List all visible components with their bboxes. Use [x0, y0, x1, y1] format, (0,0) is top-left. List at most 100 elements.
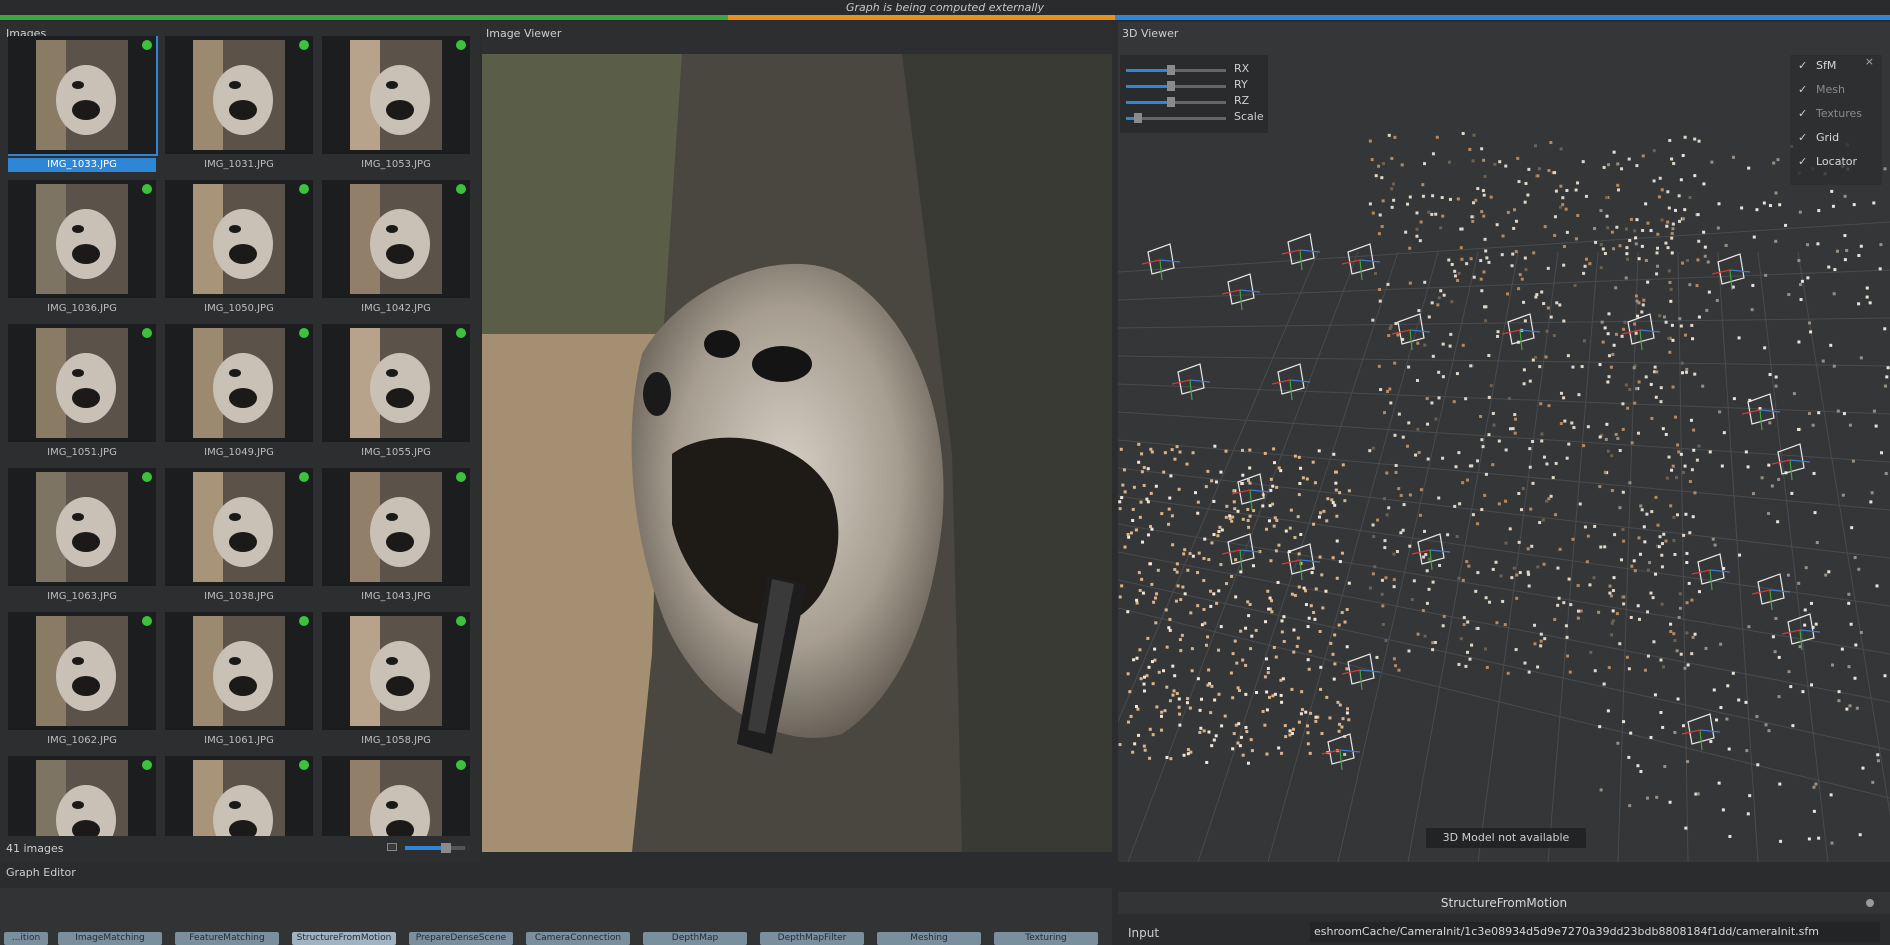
thumbnail-image — [350, 472, 442, 582]
thumbnail-filename: IMG_1031.JPG — [204, 159, 274, 170]
gizmo-slider-ry[interactable]: RY — [1126, 78, 1266, 94]
thumbnail-filename: IMG_1063.JPG — [47, 591, 117, 602]
thumbnail-frame — [8, 468, 156, 586]
gizmo-label: RZ — [1234, 94, 1250, 107]
thumbnail-frame — [8, 36, 158, 156]
graph-node[interactable]: CameraConnection — [526, 932, 630, 945]
image-thumbnail[interactable]: IMG_1033.JPG — [8, 36, 158, 176]
gizmo-track — [1126, 113, 1226, 123]
graph-node[interactable]: PrepareDenseScene — [409, 932, 513, 945]
image-thumbnail[interactable] — [322, 756, 470, 836]
thumbnail-filename: IMG_1062.JPG — [47, 735, 117, 746]
image-thumbnail[interactable]: IMG_1038.JPG — [165, 468, 313, 608]
image-thumbnail[interactable]: IMG_1036.JPG — [8, 180, 156, 320]
graph-node[interactable]: DepthMapFilter — [760, 932, 864, 945]
thumbnail-image — [350, 184, 442, 294]
thumbnail-frame — [165, 612, 313, 730]
thumbnail-filename: IMG_1058.JPG — [361, 735, 431, 746]
reconstructed-status-dot — [299, 328, 309, 338]
image-thumbnail[interactable]: IMG_1053.JPG — [322, 36, 470, 176]
viewer-photo[interactable] — [482, 54, 1112, 852]
image-gallery-grid[interactable]: IMG_1033.JPG IMG_1031.JPG IMG_1053.JPG IMG_… — [8, 36, 478, 836]
graph-node[interactable]: FeatureMatching — [175, 932, 279, 945]
thumbnail-image — [36, 760, 128, 836]
layer-toggle-sfm[interactable]: ✓ SfM — [1798, 59, 1882, 77]
graph-node[interactable]: ImageMatching — [58, 932, 162, 945]
graph-node[interactable]: Meshing — [877, 932, 981, 945]
thumbnail-frame — [322, 756, 470, 836]
thumbnail-image — [36, 40, 128, 150]
image-thumbnail[interactable]: IMG_1061.JPG — [165, 612, 313, 752]
thumbnail-filename: IMG_1061.JPG — [204, 735, 274, 746]
thumbnail-size-slider-fill — [405, 846, 446, 850]
3d-viewer-panel[interactable] — [1118, 22, 1890, 862]
image-thumbnail[interactable] — [165, 756, 313, 836]
thumbnail-frame — [322, 180, 470, 298]
graph-node[interactable]: DepthMap — [643, 932, 747, 945]
reconstructed-status-dot — [456, 184, 466, 194]
thumbnail-filename: IMG_1033.JPG — [8, 158, 156, 172]
gizmo-label: RY — [1234, 78, 1248, 91]
attribute-value-field[interactable]: eshroomCache/CameraInit/1c3e08934d5d9e72… — [1310, 922, 1880, 942]
thumbnail-frame — [165, 36, 313, 154]
thumbnail-size-icon — [387, 843, 397, 851]
image-viewer-panel: Image Viewer — [482, 22, 1112, 852]
gizmo-track — [1126, 81, 1226, 91]
checkbox-icon[interactable]: ✓ — [1798, 131, 1807, 144]
gizmo-handle[interactable] — [1134, 113, 1142, 123]
thumbnail-size-slider[interactable] — [405, 843, 465, 853]
node-menu-icon[interactable] — [1866, 899, 1874, 907]
layer-toggle-grid[interactable]: ✓ Grid — [1798, 131, 1882, 149]
gizmo-handle[interactable] — [1167, 65, 1175, 75]
thumbnail-size-slider-handle[interactable] — [441, 843, 452, 853]
thumbnail-frame — [165, 756, 313, 836]
image-thumbnail[interactable]: IMG_1043.JPG — [322, 468, 470, 608]
image-thumbnail[interactable]: IMG_1055.JPG — [322, 324, 470, 464]
image-thumbnail[interactable]: IMG_1049.JPG — [165, 324, 313, 464]
image-thumbnail[interactable] — [8, 756, 156, 836]
images-count: 41 images — [6, 842, 64, 855]
layer-toggle-mesh[interactable]: ✓ Mesh — [1798, 83, 1882, 101]
image-thumbnail[interactable]: IMG_1050.JPG — [165, 180, 313, 320]
thumbnail-image — [36, 472, 128, 582]
checkbox-icon[interactable]: ✓ — [1798, 155, 1807, 168]
graph-node[interactable]: StructureFromMotion — [292, 932, 396, 945]
graph-node[interactable]: Texturing — [994, 932, 1098, 945]
layer-toggle-textures[interactable]: ✓ Textures — [1798, 107, 1882, 125]
gizmo-fill — [1126, 101, 1171, 104]
image-thumbnail[interactable]: IMG_1063.JPG — [8, 468, 156, 608]
thumbnail-frame — [322, 612, 470, 730]
gizmo-track — [1126, 65, 1226, 75]
image-thumbnail[interactable]: IMG_1042.JPG — [322, 180, 470, 320]
checkbox-icon[interactable]: ✓ — [1798, 107, 1807, 120]
checkbox-icon[interactable]: ✓ — [1798, 83, 1807, 96]
reconstructed-status-dot — [142, 40, 152, 50]
gizmo-handle[interactable] — [1167, 81, 1175, 91]
3d-viewer-title: 3D Viewer — [1122, 27, 1179, 40]
image-thumbnail[interactable]: IMG_1062.JPG — [8, 612, 156, 752]
image-thumbnail[interactable]: IMG_1031.JPG — [165, 36, 313, 176]
thumbnail-frame — [322, 324, 470, 442]
gizmo-slider-rz[interactable]: RZ — [1126, 94, 1266, 110]
thumbnail-frame — [165, 468, 313, 586]
graph-node[interactable]: ...ition — [4, 932, 48, 945]
image-viewer-title: Image Viewer — [486, 27, 562, 40]
layer-toggle-locator[interactable]: ✓ Locator — [1798, 155, 1882, 173]
thumbnail-image — [36, 184, 128, 294]
checkbox-icon[interactable]: ✓ — [1798, 59, 1807, 72]
gizmo-slider-scale[interactable]: Scale — [1126, 110, 1266, 126]
gizmo-handle[interactable] — [1167, 97, 1175, 107]
layer-name: Grid — [1816, 131, 1840, 144]
reconstructed-status-dot — [142, 328, 152, 338]
sparse-point-cloud — [1118, 132, 1890, 845]
layer-name: Mesh — [1816, 83, 1845, 96]
image-thumbnail[interactable]: IMG_1051.JPG — [8, 324, 156, 464]
reconstructed-status-dot — [456, 40, 466, 50]
gizmo-slider-rx[interactable]: RX — [1126, 62, 1266, 78]
image-thumbnail[interactable]: IMG_1058.JPG — [322, 612, 470, 752]
tree-photo — [482, 54, 1112, 852]
thumbnail-filename: IMG_1051.JPG — [47, 447, 117, 458]
reconstructed-status-dot — [142, 760, 152, 770]
thumbnail-image — [193, 184, 285, 294]
model-status-message: 3D Model not available — [1426, 828, 1586, 848]
